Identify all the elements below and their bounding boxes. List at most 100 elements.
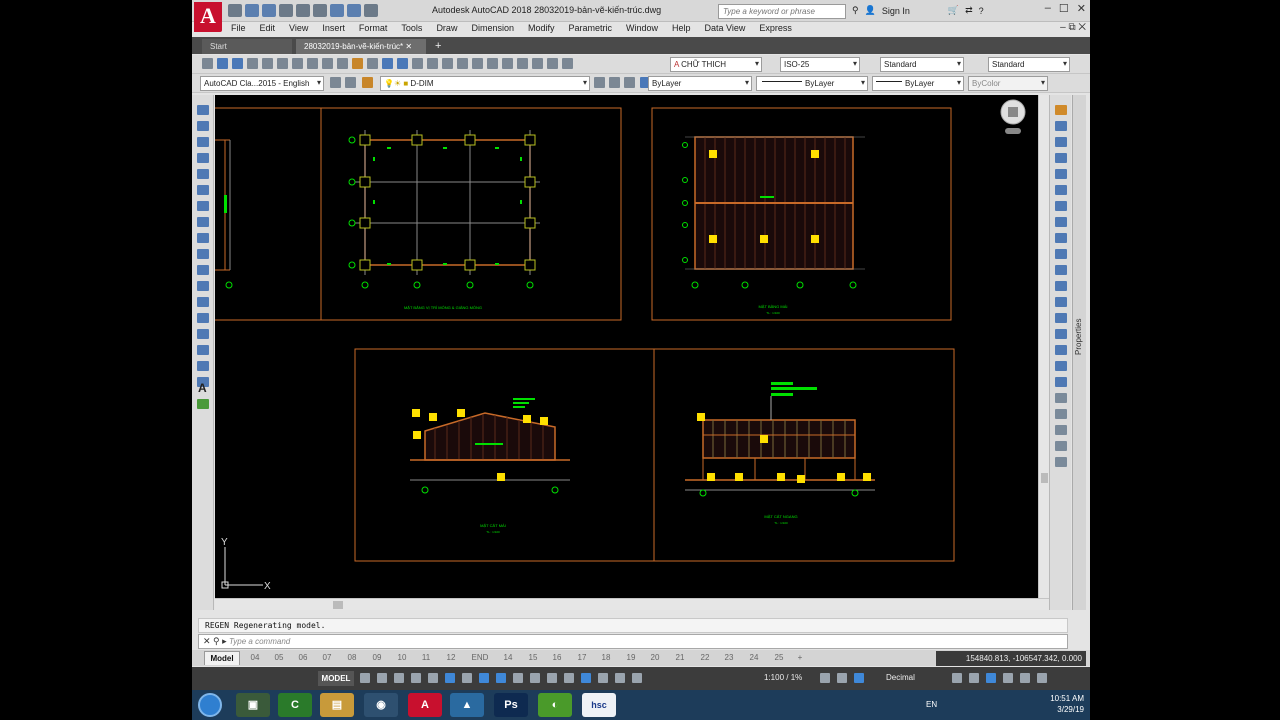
publish-icon[interactable] bbox=[277, 58, 288, 69]
layer-select[interactable]: 💡☀ ■ D-DIM bbox=[380, 76, 590, 91]
sign-in-link[interactable]: Sign In bbox=[882, 6, 910, 16]
command-input[interactable]: ✕ ⚲ ▸ Type a command bbox=[198, 634, 1068, 649]
taskbar-camtasia[interactable]: C bbox=[278, 693, 312, 717]
new-layout-button[interactable]: + bbox=[792, 651, 808, 665]
isolate-objects-icon[interactable] bbox=[986, 673, 996, 683]
design-center-icon[interactable] bbox=[487, 58, 498, 69]
spline-icon[interactable] bbox=[197, 233, 209, 243]
user-icon[interactable]: 👤 bbox=[865, 5, 876, 16]
gradient-icon[interactable] bbox=[197, 345, 209, 355]
linetype-select[interactable]: ByLayer bbox=[756, 76, 868, 91]
properties-palette-bar[interactable]: Properties bbox=[1072, 95, 1086, 610]
tab-drawing[interactable]: 28032019-bản-vẽ-kiến-trúc* ✕ bbox=[296, 39, 426, 54]
save-icon[interactable] bbox=[232, 58, 243, 69]
hatch-icon[interactable] bbox=[197, 329, 209, 339]
add-selected-icon[interactable] bbox=[197, 399, 209, 409]
layer-previous-icon[interactable] bbox=[609, 77, 620, 88]
block-editor-icon[interactable] bbox=[367, 58, 378, 69]
make-block-icon[interactable] bbox=[197, 297, 209, 307]
break-point-icon[interactable] bbox=[1055, 281, 1067, 291]
layer-properties-icon[interactable] bbox=[362, 77, 373, 88]
customize-icon[interactable] bbox=[345, 77, 356, 88]
ellipse-icon[interactable] bbox=[197, 249, 209, 259]
workspace-icon[interactable] bbox=[364, 4, 378, 17]
chamfer-icon[interactable] bbox=[1055, 329, 1067, 339]
color-select[interactable]: ByLayer bbox=[648, 76, 752, 91]
table-style-select[interactable]: Standard bbox=[880, 57, 964, 72]
qnew-icon[interactable] bbox=[202, 58, 213, 69]
tab-layout-20[interactable]: 20 bbox=[644, 651, 666, 665]
arc-icon[interactable] bbox=[197, 185, 209, 195]
menu-file[interactable]: File bbox=[224, 22, 253, 37]
taskbar-sketchup[interactable]: ▲ bbox=[450, 693, 484, 717]
sheet-set-icon[interactable] bbox=[517, 58, 528, 69]
tab-layout-24[interactable]: 24 bbox=[743, 651, 765, 665]
insert-block-icon[interactable] bbox=[197, 281, 209, 291]
tab-layout-06[interactable]: 06 bbox=[292, 651, 314, 665]
zoom-realtime-icon[interactable] bbox=[427, 58, 438, 69]
tab-layout-08[interactable]: 08 bbox=[341, 651, 363, 665]
coordinates-readout[interactable]: 154840.813, -106547.342, 0.000 bbox=[936, 651, 1086, 666]
taskbar-files[interactable]: ▤ bbox=[320, 693, 354, 717]
start-button[interactable] bbox=[198, 693, 222, 717]
properties-icon[interactable] bbox=[472, 58, 483, 69]
grid-icon[interactable] bbox=[360, 673, 370, 683]
stretch-icon[interactable] bbox=[1055, 233, 1067, 243]
selection-cycling-icon[interactable] bbox=[547, 673, 557, 683]
maximize-icon[interactable]: ☐ bbox=[1059, 2, 1069, 15]
open-icon[interactable] bbox=[245, 4, 259, 17]
trim-icon[interactable] bbox=[1055, 249, 1067, 259]
vscroll-thumb[interactable] bbox=[1041, 473, 1048, 483]
tab-layout-16[interactable]: 16 bbox=[546, 651, 568, 665]
join-icon[interactable] bbox=[1055, 313, 1067, 323]
print-icon[interactable] bbox=[313, 4, 327, 17]
copy-icon[interactable] bbox=[322, 58, 333, 69]
model-space-button[interactable]: MODEL bbox=[318, 671, 354, 686]
workspace-settings-icon[interactable] bbox=[330, 77, 341, 88]
drawing-window-controls[interactable]: – ⧉ ✕ bbox=[1060, 22, 1086, 33]
menu-parametric[interactable]: Parametric bbox=[562, 22, 620, 37]
cut-icon[interactable] bbox=[307, 58, 318, 69]
region-icon[interactable] bbox=[197, 361, 209, 371]
taskbar-photoshop[interactable]: Ps bbox=[494, 693, 528, 717]
tool-palettes-icon[interactable] bbox=[502, 58, 513, 69]
revision-cloud-icon[interactable] bbox=[197, 217, 209, 227]
tab-layout-21[interactable]: 21 bbox=[669, 651, 691, 665]
add-icon[interactable] bbox=[854, 673, 864, 683]
menu-view[interactable]: View bbox=[282, 22, 315, 37]
tab-layout-07[interactable]: 07 bbox=[316, 651, 338, 665]
dynamic-ucs-icon[interactable] bbox=[581, 673, 591, 683]
close-icon[interactable]: ✕ bbox=[1077, 2, 1086, 15]
plot-icon[interactable] bbox=[296, 4, 310, 17]
make-current-icon[interactable] bbox=[594, 77, 605, 88]
clock[interactable]: 10:51 AM 3/29/19 bbox=[1050, 693, 1084, 715]
multiline-text-icon[interactable]: A bbox=[198, 381, 210, 395]
tab-layout-18[interactable]: 18 bbox=[595, 651, 617, 665]
annotation-scale[interactable]: 1:100 / 1% bbox=[764, 673, 802, 682]
tab-layout-05[interactable]: 05 bbox=[268, 651, 290, 665]
copy-object-icon[interactable] bbox=[1055, 121, 1067, 131]
zoom-window-icon[interactable] bbox=[442, 58, 453, 69]
taskbar-chrome[interactable]: ◉ bbox=[364, 693, 398, 717]
tab-layout-14[interactable]: 14 bbox=[497, 651, 519, 665]
search-input[interactable]: Type a keyword or phrase bbox=[718, 4, 846, 19]
rotate-icon[interactable] bbox=[1055, 201, 1067, 211]
pan-icon[interactable] bbox=[412, 58, 423, 69]
vertical-scrollbar[interactable] bbox=[1038, 95, 1049, 598]
annotation-monitor-icon[interactable] bbox=[837, 673, 847, 683]
match-properties-icon[interactable] bbox=[352, 58, 363, 69]
tab-model[interactable]: Model bbox=[204, 651, 240, 665]
open-icon[interactable] bbox=[217, 58, 228, 69]
array-icon[interactable] bbox=[1055, 169, 1067, 179]
taskbar-hsc[interactable]: hsc bbox=[582, 693, 616, 717]
workspace-switch-icon[interactable] bbox=[820, 673, 830, 683]
save-icon[interactable] bbox=[262, 4, 276, 17]
draworder-under-icon[interactable] bbox=[1055, 441, 1067, 451]
redo-icon[interactable] bbox=[397, 58, 408, 69]
menu-edit[interactable]: Edit bbox=[253, 22, 283, 37]
polar-icon[interactable] bbox=[445, 673, 455, 683]
clean-screen-icon[interactable] bbox=[1020, 673, 1030, 683]
tab-layout-22[interactable]: 22 bbox=[694, 651, 716, 665]
undo-icon[interactable] bbox=[330, 4, 344, 17]
offset-icon[interactable] bbox=[1055, 153, 1067, 163]
